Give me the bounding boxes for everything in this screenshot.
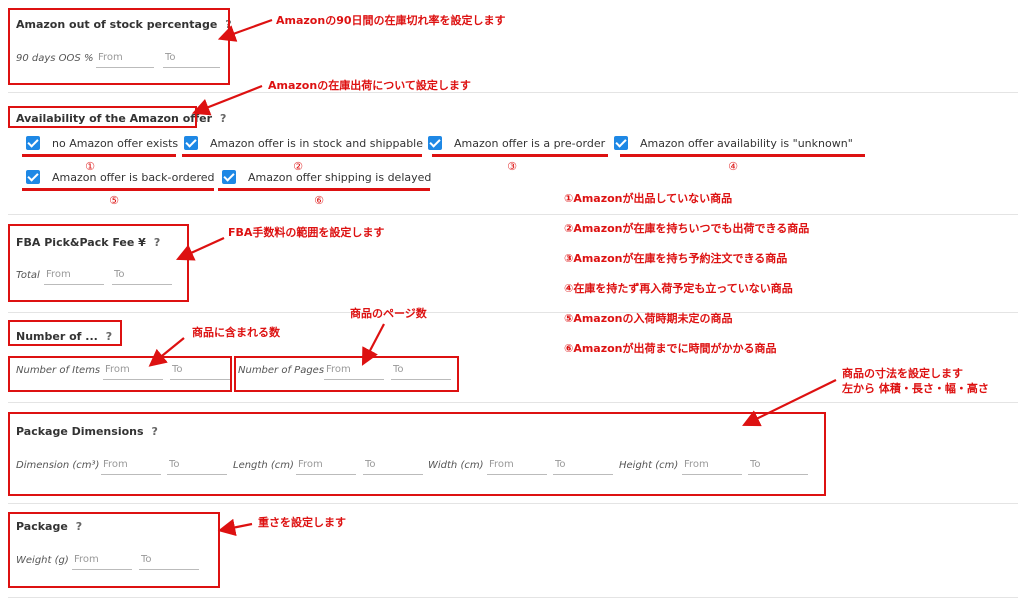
annotation-weight: 重さを設定します — [258, 516, 346, 529]
arrow-pages-icon — [361, 323, 385, 366]
note-5: ⑤Amazonの入荷時期未定の商品 — [564, 312, 733, 325]
arrow-dimensions-icon — [742, 379, 837, 427]
annotation-dimensions-line2: 左から 体積・長さ・幅・高さ — [842, 382, 989, 395]
note-1: ①Amazonが出品していない商品 — [564, 192, 733, 205]
annotation-oos: Amazonの90日間の在庫切れ率を設定します — [276, 14, 506, 27]
arrow-weight-icon — [217, 518, 253, 537]
annotation-fba: FBA手数料の範囲を設定します — [228, 226, 385, 239]
arrow-fba-icon — [175, 236, 225, 261]
annotation-arrows — [148, 18, 837, 537]
arrow-items-icon — [148, 337, 185, 367]
arrow-availability-icon — [191, 84, 263, 116]
annotation-availability: Amazonの在庫出荷について設定します — [268, 79, 471, 92]
arrow-oos-icon — [217, 18, 273, 42]
note-2: ②Amazonが在庫を持ちいつでも出荷できる商品 — [564, 222, 810, 235]
annotation-dimensions-line1: 商品の寸法を設定します — [842, 367, 963, 380]
note-4: ④在庫を持たず再入荷予定も立っていない商品 — [564, 282, 793, 295]
annotation-items: 商品に含まれる数 — [192, 326, 280, 339]
note-3: ③Amazonが在庫を持ち予約注文できる商品 — [564, 252, 788, 265]
annotation-pages: 商品のページ数 — [350, 307, 427, 320]
note-6: ⑥Amazonが出荷までに時間がかかる商品 — [564, 342, 777, 355]
